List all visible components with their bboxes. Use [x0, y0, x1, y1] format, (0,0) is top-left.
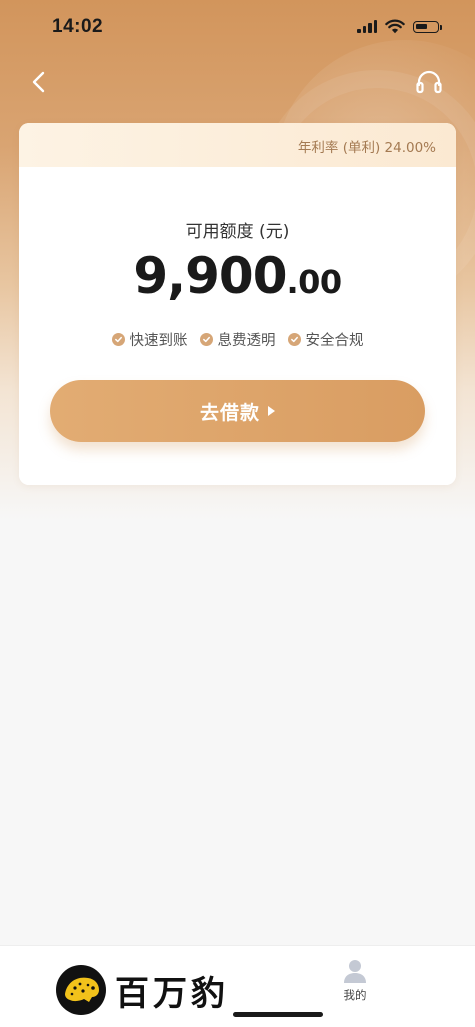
tab-me[interactable]: 我的	[326, 958, 384, 1008]
bottom-tab-bar: 百万豹 我的	[0, 945, 475, 1027]
feature-label: 快速到账	[129, 333, 188, 349]
feature-item-transparent: 息费透明	[199, 329, 276, 350]
watermark-text: 百万豹	[115, 973, 229, 1014]
tab-me-label: 我的	[343, 988, 367, 1002]
annual-rate-text: 年利率 (单利) 24.00%	[297, 140, 436, 156]
wifi-icon	[385, 19, 405, 34]
battery-icon	[413, 20, 442, 33]
borrow-button[interactable]: 去借款	[50, 380, 425, 442]
available-amount: 9,900.00	[19, 247, 456, 305]
check-circle-icon	[111, 333, 125, 346]
leopard-logo	[56, 965, 106, 1015]
person-icon	[344, 960, 366, 983]
headset-icon	[416, 70, 442, 94]
card-body: 可用额度 (元) 9,900.00 快速到账 息费透明 安全合规 去借款	[19, 167, 456, 485]
play-arrow-icon	[268, 406, 275, 416]
feature-list: 快速到账 息费透明 安全合规	[19, 329, 456, 350]
feature-item-fast: 快速到账	[111, 329, 188, 350]
feature-label: 安全合规	[305, 333, 364, 349]
amount-integer: 9,900	[133, 247, 287, 305]
status-icons	[357, 19, 442, 34]
check-circle-icon	[287, 333, 301, 346]
feature-label: 息费透明	[217, 333, 276, 349]
rate-header: 年利率 (单利) 24.00%	[19, 123, 456, 167]
watermark: 百万豹	[55, 964, 229, 1016]
loan-limit-card: 年利率 (单利) 24.00% 可用额度 (元) 9,900.00 快速到账 息…	[19, 123, 456, 485]
available-limit-label: 可用额度 (元)	[185, 222, 290, 242]
status-time: 14:02	[52, 16, 104, 37]
loan-page: 14:02 年利率 (单利) 24.00% 可用额度 (元) 9,900.00 …	[0, 0, 475, 1027]
status-bar: 14:02	[0, 0, 475, 54]
customer-service-button[interactable]	[413, 66, 445, 98]
borrow-button-label: 去借款	[199, 401, 260, 424]
cellular-signal-icon	[357, 20, 377, 33]
check-circle-icon	[199, 333, 213, 346]
chevron-left-icon	[32, 71, 45, 93]
back-button[interactable]	[24, 66, 56, 98]
home-indicator	[233, 1012, 323, 1017]
feature-item-secure: 安全合规	[287, 329, 364, 350]
amount-decimal: .00	[286, 263, 342, 301]
